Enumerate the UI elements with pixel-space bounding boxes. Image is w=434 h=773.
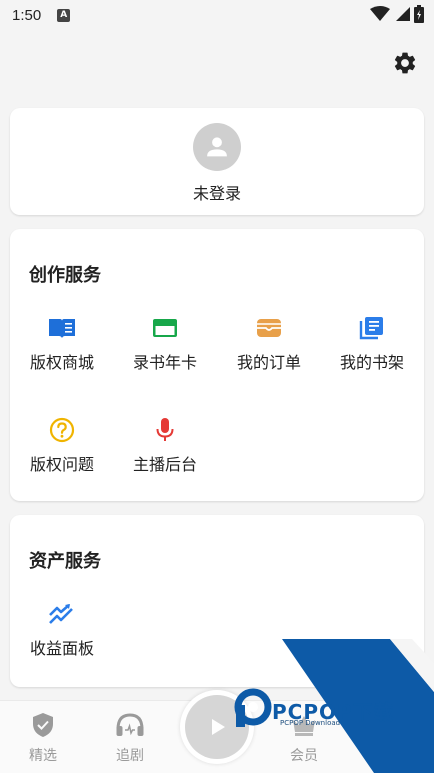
grid-item-label: 我的书架 (339, 353, 404, 372)
crown-icon (293, 716, 315, 736)
headphones-icon (116, 713, 144, 736)
copyright-issues-item[interactable]: 版权问题 (10, 417, 114, 475)
bookshelf-icon (359, 317, 383, 340)
profile-card[interactable]: 未登录 (10, 108, 424, 215)
asset-services-card: 资产服务 收益面板 (10, 515, 424, 687)
grid-item-label: 我的订单 (236, 353, 301, 372)
section-title: 创作服务 (29, 265, 101, 286)
sim-badge: A (57, 8, 71, 22)
card-icon (153, 319, 177, 337)
nav-item-series[interactable]: 追剧 (100, 711, 160, 765)
gear-icon (394, 52, 416, 74)
user-icon (207, 137, 227, 157)
grid-item-label: 主播后台 (132, 455, 197, 474)
grid-item-label: 录书年卡 (132, 353, 197, 372)
avatar[interactable] (193, 123, 241, 171)
nav-item-label: 精选 (29, 748, 57, 764)
revenue-panel-item[interactable]: 收益面板 (10, 601, 114, 659)
nav-item-label: 追剧 (116, 748, 144, 764)
status-time: 1:50 (12, 6, 42, 24)
signal-icon (396, 7, 410, 21)
wallet-icon (257, 319, 281, 337)
annual-card-item[interactable]: 录书年卡 (113, 315, 217, 373)
nav-item-featured[interactable]: 精选 (13, 711, 73, 765)
status-icons (370, 5, 424, 23)
copyright-store-item[interactable]: 版权商城 (10, 315, 114, 373)
grid-item-label: 版权问题 (29, 455, 94, 474)
nav-item-label: 会员 (290, 748, 318, 764)
nav-item-membership[interactable]: 会员 (274, 711, 334, 765)
status-bar: 1:50 A (0, 0, 434, 30)
grid-item-label: 版权商城 (29, 353, 94, 372)
grid-item-label: 收益面板 (29, 639, 94, 658)
trending-icon (49, 604, 73, 624)
login-status-text[interactable]: 未登录 (10, 180, 424, 204)
creation-services-card: 创作服务 版权商城 录书年卡 我的订单 我的书架 版权问题 主播后台 (10, 229, 424, 501)
anchor-backend-item[interactable]: 主播后台 (113, 417, 217, 475)
wifi-icon (370, 6, 390, 21)
my-bookshelf-item[interactable]: 我的书架 (320, 315, 424, 373)
shield-icon (33, 713, 53, 737)
battery-icon (414, 5, 424, 23)
settings-button[interactable] (392, 50, 418, 76)
play-button[interactable] (180, 690, 254, 764)
my-orders-item[interactable]: 我的订单 (217, 315, 321, 373)
book-icon (49, 319, 75, 338)
microphone-icon (156, 418, 174, 441)
question-icon (49, 417, 75, 443)
play-icon (212, 719, 225, 735)
section-title: 资产服务 (29, 551, 101, 572)
